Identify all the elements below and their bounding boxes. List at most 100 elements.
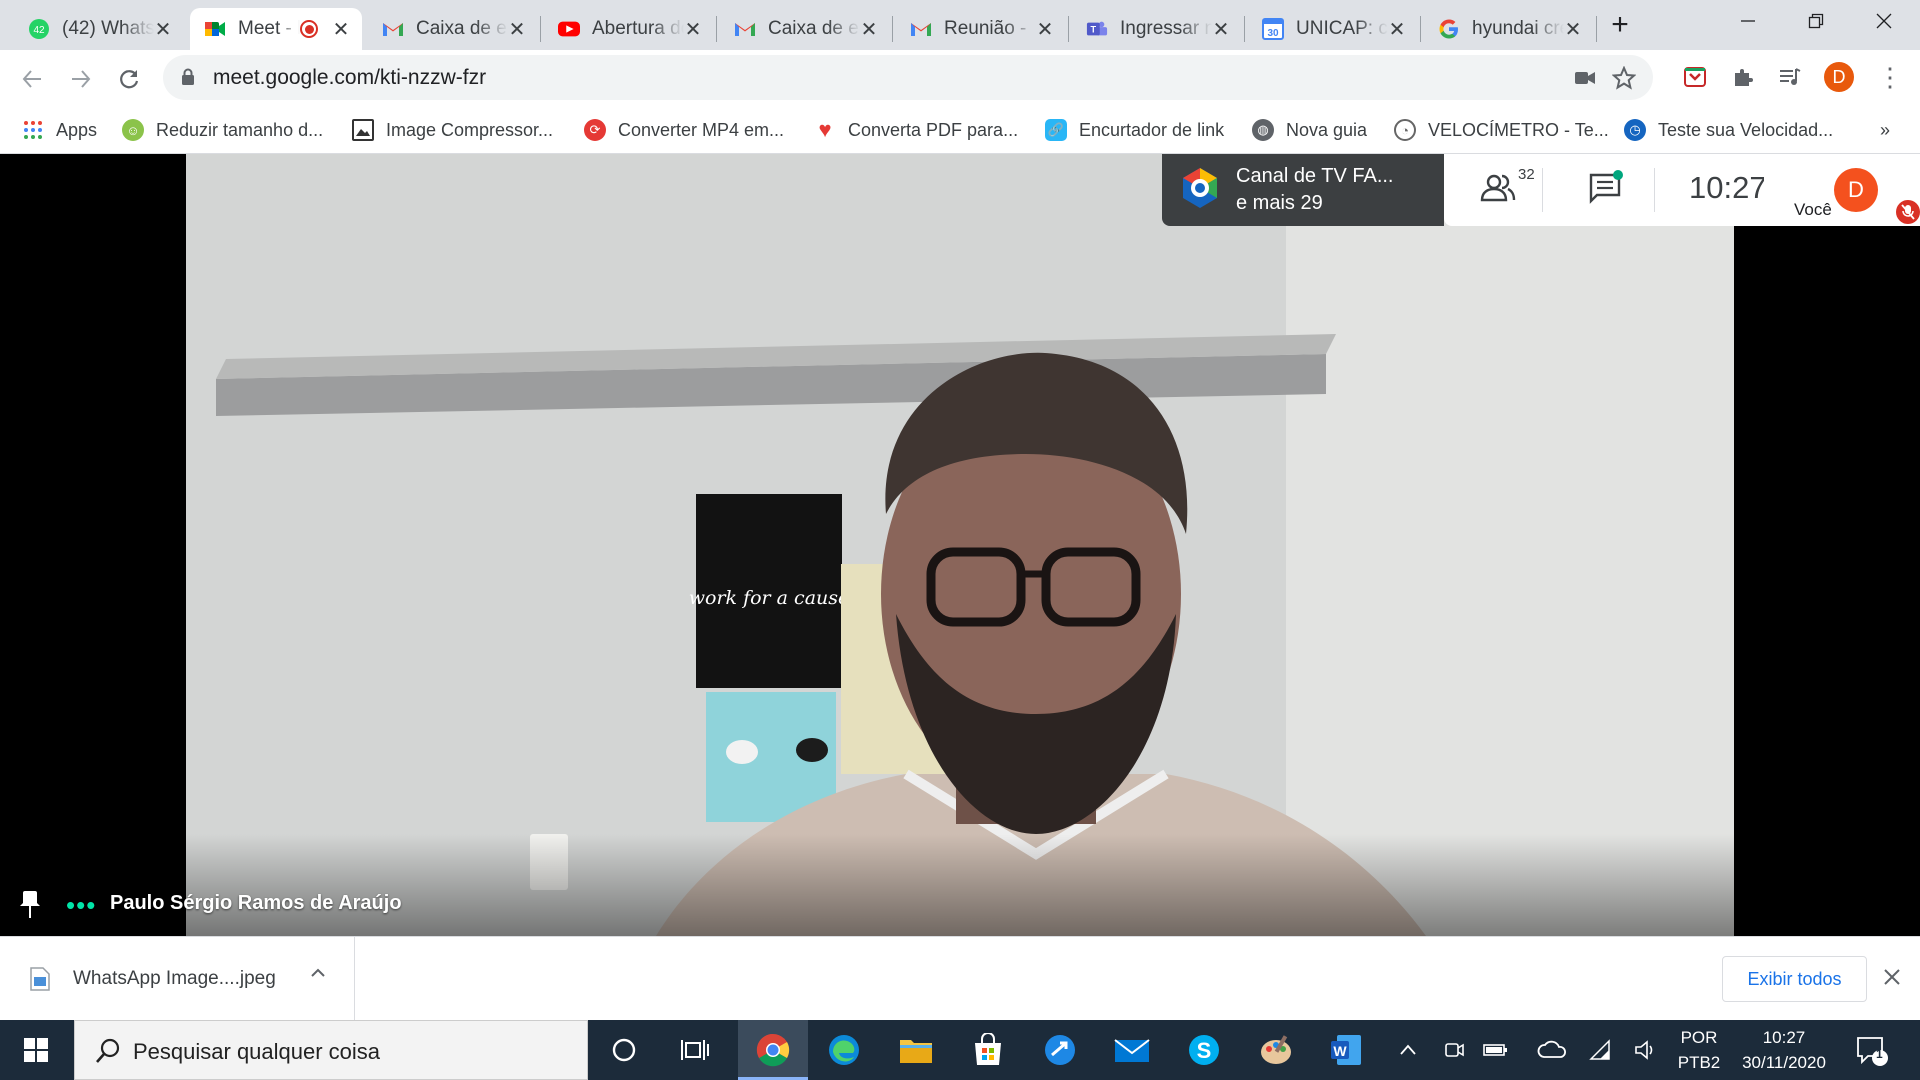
chevron-up-icon[interactable] <box>1388 1030 1428 1070</box>
windows-taskbar: Pesquisar qualquer coisa S W POR PTB2 10… <box>0 1020 1920 1080</box>
forward-arrow-icon <box>72 70 91 88</box>
speedometer-icon: ◔ <box>1394 119 1416 141</box>
restore-button[interactable] <box>1796 6 1836 36</box>
calendar-icon: 30 <box>1262 18 1284 40</box>
reload-button[interactable] <box>114 64 144 94</box>
meet-now-icon[interactable] <box>1434 1030 1474 1070</box>
close-icon[interactable]: ✕ <box>508 17 526 42</box>
tab-google-search[interactable]: hyundai creta ✕ <box>1424 8 1594 50</box>
close-icon[interactable]: ✕ <box>684 17 702 42</box>
bookmark-new-tab[interactable]: ◍ Nova guia <box>1252 116 1367 144</box>
bookmarks-overflow-button[interactable]: » <box>1880 116 1890 144</box>
close-icon[interactable]: ✕ <box>1212 17 1230 42</box>
close-icon <box>1884 969 1900 985</box>
close-icon[interactable]: ✕ <box>154 17 172 42</box>
tab-whatsapp[interactable]: 42 (42) WhatsApp ✕ <box>14 8 184 50</box>
start-button[interactable] <box>16 1030 56 1070</box>
bookmark-reduce-size[interactable]: ☺ Reduzir tamanho d... <box>122 116 323 144</box>
participants-button[interactable]: 32 <box>1480 166 1535 207</box>
image-file-icon <box>30 967 50 996</box>
svg-text:T: T <box>1091 25 1097 35</box>
bookmark-speedometer[interactable]: ◔ VELOCÍMETRO - Te... <box>1394 116 1609 144</box>
wifi-icon[interactable] <box>1580 1030 1620 1070</box>
back-arrow-icon <box>22 70 41 88</box>
close-icon[interactable]: ✕ <box>332 17 350 42</box>
close-window-button[interactable] <box>1864 6 1904 36</box>
file-explorer-icon[interactable] <box>896 1030 936 1070</box>
presenter-others: e mais 29 <box>1236 192 1323 214</box>
tab-unicap-calendar[interactable]: 30 UNICAP: calendário ✕ <box>1248 8 1418 50</box>
bookmark-apps[interactable]: Apps <box>22 116 97 144</box>
close-icon[interactable]: ✕ <box>1564 17 1582 42</box>
heart-pdf-icon: ♥ <box>818 117 832 142</box>
bookmark-pdf[interactable]: ♥ Converta PDF para... <box>814 116 1018 144</box>
apps-grid-icon <box>22 119 44 141</box>
tab-title: hyundai creta <box>1472 18 1564 39</box>
camera-icon[interactable] <box>1573 66 1597 90</box>
volume-icon[interactable] <box>1626 1030 1666 1070</box>
bookmark-link-shortener[interactable]: 🔗 Encurtador de link <box>1045 116 1224 144</box>
lock-icon <box>181 68 195 91</box>
pin-icon[interactable] <box>18 890 42 925</box>
task-view-button[interactable] <box>676 1030 716 1070</box>
bookmark-image-compressor[interactable]: Image Compressor... <box>352 116 553 144</box>
new-tab-button[interactable]: + <box>1600 8 1640 41</box>
svg-text:S: S <box>1197 1038 1212 1063</box>
tab-title: Reunião - <box>944 18 1027 39</box>
chevron-up-icon[interactable] <box>310 965 326 986</box>
mail-icon[interactable] <box>1112 1030 1152 1070</box>
tab-youtube[interactable]: Abertura do ✕ <box>544 8 714 50</box>
bookmark-label: Reduzir tamanho d... <box>156 119 324 140</box>
calendar-day: 30 <box>1267 28 1279 39</box>
chat-button[interactable] <box>1588 170 1624 211</box>
bookmark-speedtest[interactable]: ◷ Teste sua Velocidad... <box>1624 116 1833 144</box>
cortana-button[interactable] <box>604 1030 644 1070</box>
chat-icon <box>1588 170 1624 210</box>
taskbar-clock[interactable]: 10:27 30/11/2020 <box>1732 1025 1836 1075</box>
minimize-button[interactable] <box>1728 6 1768 36</box>
chrome-menu-icon[interactable]: ⋮ <box>1876 62 1904 92</box>
media-control-icon[interactable] <box>1776 63 1804 91</box>
taskbar-search[interactable]: Pesquisar qualquer coisa <box>74 1020 588 1080</box>
battery-icon[interactable] <box>1476 1030 1516 1070</box>
skype-icon[interactable]: S <box>1184 1030 1224 1070</box>
address-bar[interactable]: meet.google.com/kti-nzzw-fzr <box>163 55 1653 100</box>
close-icon[interactable]: ✕ <box>860 17 878 42</box>
windows-logo-icon <box>24 1038 48 1062</box>
whatsapp-badge: 42 <box>33 25 45 36</box>
close-icon[interactable]: ✕ <box>1036 17 1054 42</box>
language-indicator[interactable]: POR PTB2 <box>1676 1025 1722 1075</box>
back-button[interactable] <box>17 64 47 94</box>
tab-gmail-inbox-2[interactable]: Caixa de entrada ✕ <box>720 8 890 50</box>
taskbar-app-chrome-active[interactable] <box>738 1020 808 1080</box>
paint-icon[interactable] <box>1256 1030 1296 1070</box>
store-icon[interactable] <box>968 1030 1008 1070</box>
bookmark-star-icon[interactable] <box>1612 66 1636 90</box>
bookmark-converter-mp4[interactable]: ⟳ Converter MP4 em... <box>584 116 784 144</box>
show-all-downloads-button[interactable]: Exibir todos <box>1722 956 1867 1002</box>
profile-avatar[interactable]: D <box>1824 62 1854 92</box>
download-item[interactable]: WhatsApp Image....jpeg <box>0 937 355 1021</box>
forward-button[interactable] <box>66 64 96 94</box>
more-options-icon[interactable]: ••• <box>66 890 96 921</box>
close-icon[interactable]: ✕ <box>1388 17 1406 42</box>
edge-icon[interactable] <box>824 1030 864 1070</box>
task-view-icon <box>681 1040 709 1060</box>
self-tile[interactable]: D Você <box>1764 154 1920 226</box>
close-download-shelf-button[interactable] <box>1882 967 1902 992</box>
tab-gmail-inbox[interactable]: Caixa de entrada ✕ <box>368 8 538 50</box>
reload-icon <box>120 70 139 89</box>
notifications-button[interactable]: 1 <box>1852 1030 1892 1070</box>
onedrive-cloud-icon[interactable] <box>1532 1030 1572 1070</box>
tab-teams[interactable]: T Ingressar na ✕ <box>1072 8 1242 50</box>
extensions-puzzle-icon[interactable] <box>1729 63 1757 91</box>
pocket-extension-icon[interactable] <box>1681 63 1709 91</box>
word-icon[interactable]: W <box>1326 1030 1366 1070</box>
presenter-chip[interactable]: Canal de TV FA... e mais 29 <box>1162 154 1444 226</box>
speaker-video: work for a cause <box>186 154 1734 936</box>
google-icon <box>1438 18 1460 40</box>
tab-meet[interactable]: Meet - kti-nzzw-fzr ✕ <box>190 8 362 50</box>
tab-gmail-meeting[interactable]: Reunião - ✕ <box>896 8 1066 50</box>
people-icon <box>1480 172 1518 207</box>
remote-tool-icon[interactable] <box>1040 1030 1080 1070</box>
